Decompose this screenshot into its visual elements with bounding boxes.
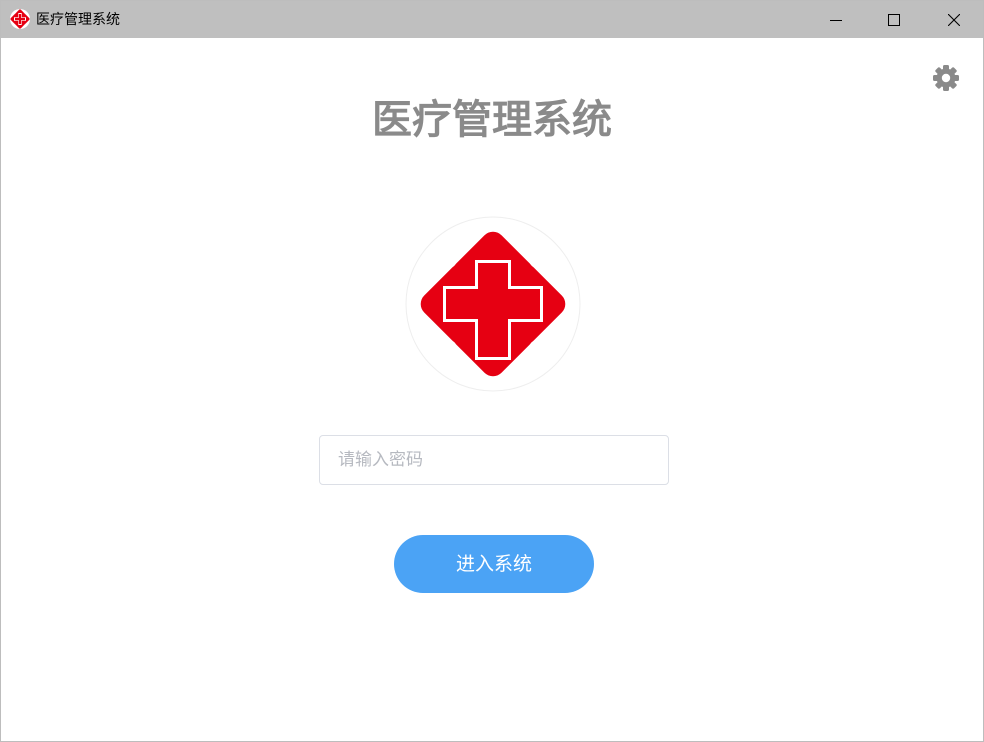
enter-system-button[interactable]: 进入系统 bbox=[394, 535, 594, 593]
login-window: 医疗管理系统 医疗管理系统 进入系统 bbox=[0, 0, 984, 742]
minimize-button[interactable] bbox=[807, 1, 865, 38]
page-title: 医疗管理系统 bbox=[372, 97, 612, 143]
red-cross-icon bbox=[10, 9, 30, 29]
maximize-button[interactable] bbox=[865, 1, 923, 38]
gear-icon[interactable] bbox=[932, 64, 960, 92]
password-input[interactable] bbox=[319, 435, 669, 485]
maximize-icon bbox=[888, 13, 900, 26]
red-cross-logo bbox=[405, 216, 581, 392]
title-bar[interactable]: 医疗管理系统 bbox=[1, 1, 983, 38]
close-icon bbox=[948, 13, 960, 26]
window-title: 医疗管理系统 bbox=[36, 12, 120, 28]
close-button[interactable] bbox=[925, 1, 983, 38]
minimize-icon bbox=[830, 19, 842, 21]
